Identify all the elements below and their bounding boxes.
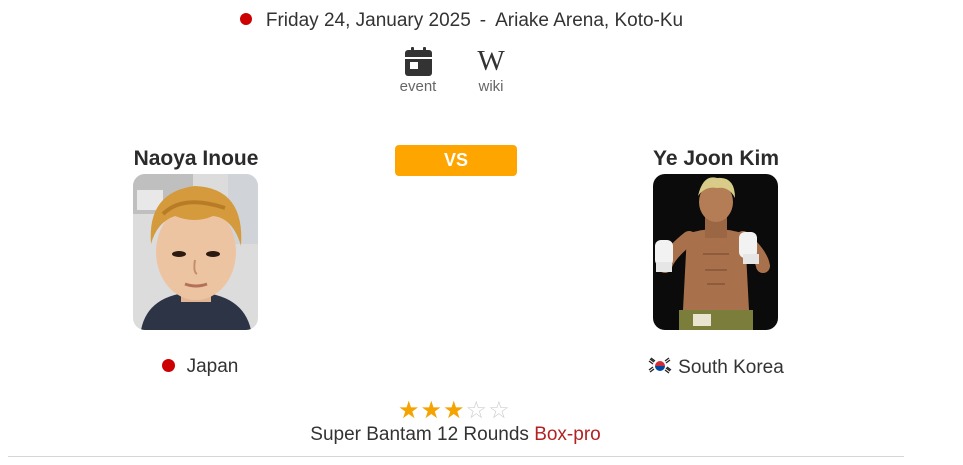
- south-korea-flag-icon: [648, 356, 673, 376]
- event-venue: Ariake Arena, Koto-Ku: [495, 10, 684, 31]
- star-filled-icon[interactable]: ★: [421, 399, 443, 423]
- rating-stars[interactable]: ★ ★ ★ ☆ ☆: [398, 399, 510, 423]
- right-fighter-photo[interactable]: [653, 174, 778, 330]
- star-empty-icon[interactable]: ☆: [466, 399, 488, 423]
- right-fighter-country: South Korea: [596, 356, 836, 379]
- left-fighter-photo[interactable]: [133, 174, 258, 330]
- left-country-label: Japan: [186, 356, 239, 377]
- star-filled-icon[interactable]: ★: [443, 399, 465, 423]
- star-empty-icon[interactable]: ☆: [488, 399, 510, 423]
- japan-flag-icon: [161, 359, 175, 372]
- left-fighter-country: Japan: [80, 356, 320, 378]
- event-header: Friday 24, January 2025- Ariake Arena, Ko…: [0, 10, 923, 32]
- event-link-label: event: [399, 78, 437, 95]
- star-filled-icon[interactable]: ★: [398, 399, 420, 423]
- right-fighter-portrait: [653, 174, 778, 330]
- right-fighter-name[interactable]: Ye Joon Kim: [596, 147, 836, 171]
- wiki-link[interactable]: W wiki: [469, 46, 513, 95]
- divider: [8, 456, 904, 457]
- event-link[interactable]: event: [396, 46, 440, 95]
- bout-description: Super Bantam 12 Rounds: [310, 424, 529, 445]
- event-links: event W wiki: [396, 46, 513, 95]
- bout-type-link[interactable]: Box-pro: [534, 424, 601, 445]
- header-separator: -: [479, 10, 487, 31]
- right-country-label: South Korea: [678, 357, 784, 378]
- vs-button[interactable]: VS: [395, 145, 517, 176]
- bout-info: Super Bantam 12 Rounds Box-pro: [0, 424, 911, 446]
- left-fighter-name[interactable]: Naoya Inoue: [76, 147, 316, 171]
- wiki-link-label: wiki: [478, 78, 504, 95]
- event-status-dot: [239, 13, 252, 25]
- event-date: Friday 24, January 2025: [265, 10, 471, 31]
- calendar-icon: [404, 46, 432, 76]
- left-fighter-portrait: [133, 174, 258, 330]
- wikipedia-w-icon: W: [477, 45, 505, 77]
